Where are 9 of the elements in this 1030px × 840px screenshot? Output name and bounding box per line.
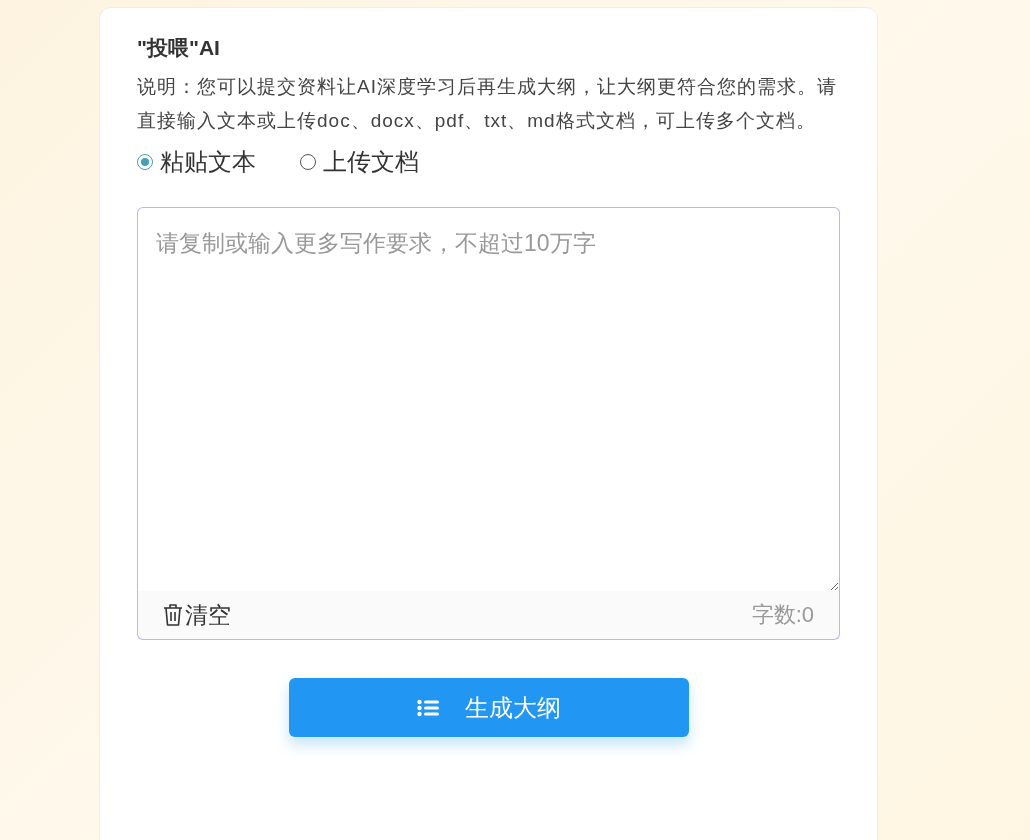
mode-radio[interactable]: 上传文档 <box>300 146 419 178</box>
mode-radio[interactable]: 粘贴文本 <box>137 146 256 178</box>
panel-title: "投喂"AI <box>137 35 221 61</box>
word-count: 字数:0 <box>751 601 814 629</box>
clear-button[interactable]: 清空 <box>163 599 231 631</box>
list-icon <box>416 698 439 717</box>
trash-icon <box>163 603 183 627</box>
description-text: 说明：您可以提交资料让AI深度学习后再生成大纲，让大纲更符合您的需求。请直接输入文本或上传doc、docx、pdf、txt、md格式文档，可上传多个文档。 <box>137 75 838 133</box>
text-input-field[interactable]: 请复制或输入更多写作要求，不超过10万字 <box>137 207 840 591</box>
